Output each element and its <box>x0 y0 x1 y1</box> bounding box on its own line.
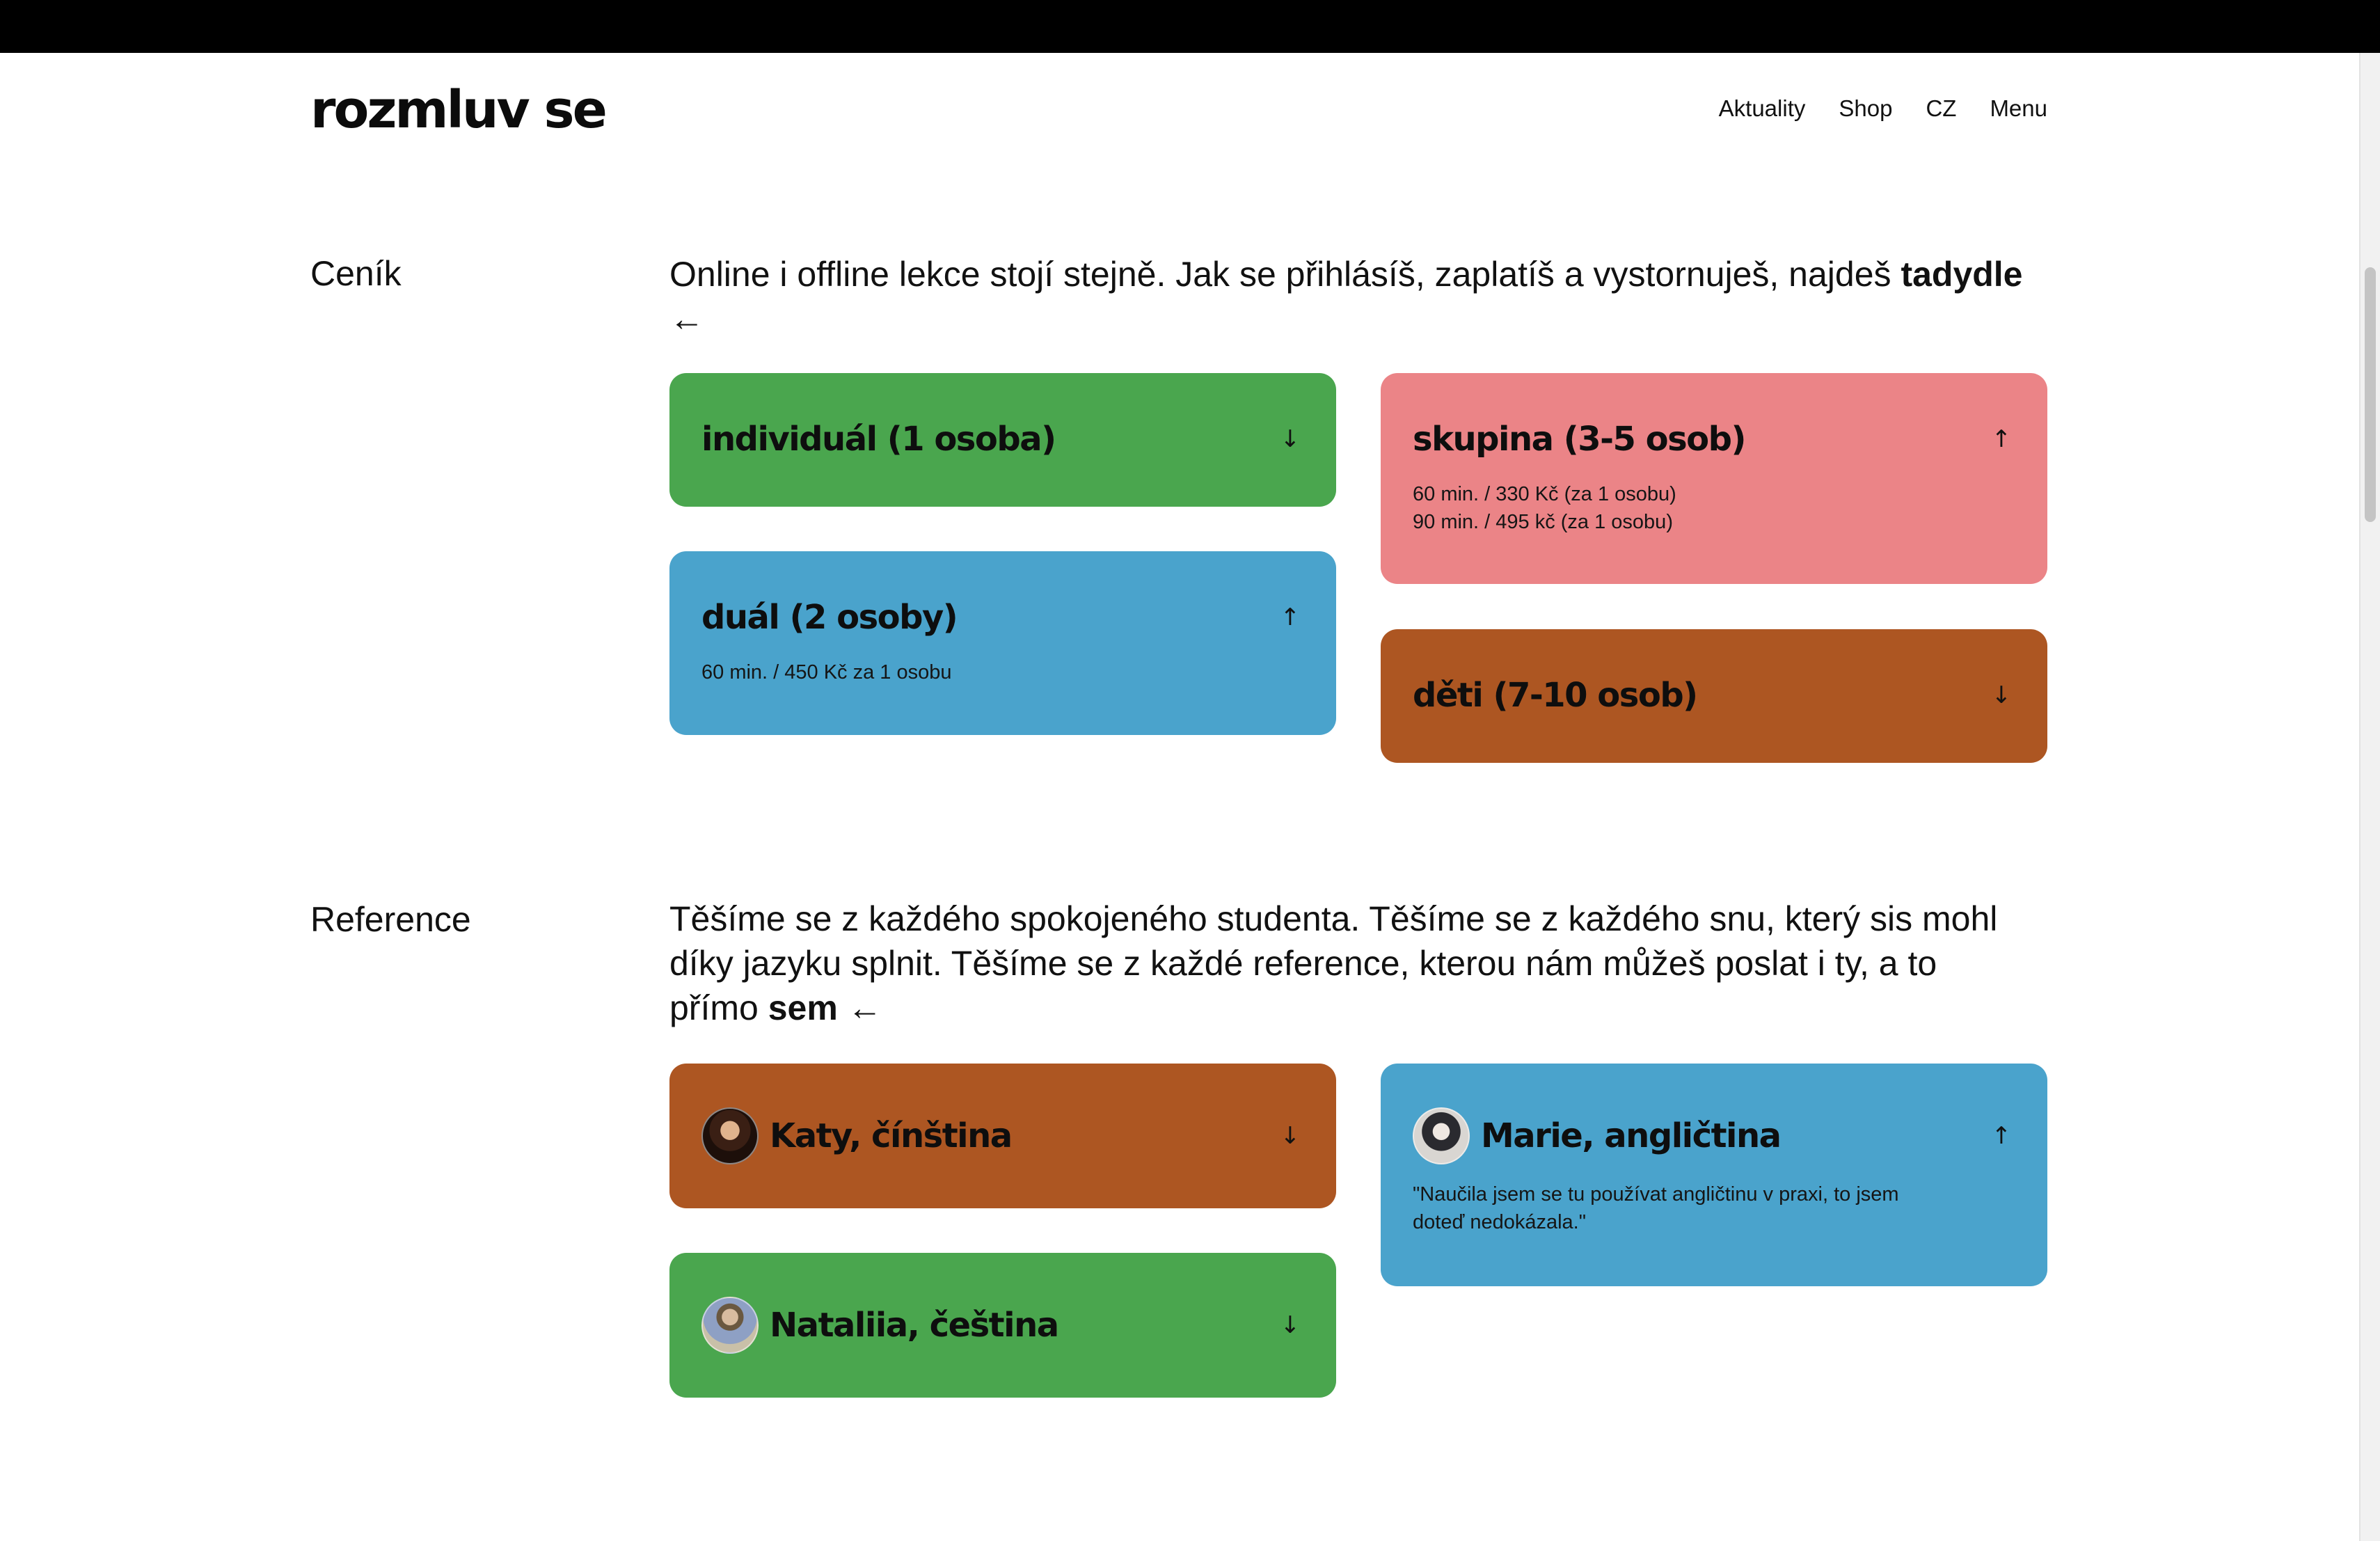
pricing-intro-text: Online i offline lekce stojí stejně. Jak… <box>669 255 1891 294</box>
reference-quote: "Naučila jsem se tu používat angličtinu … <box>1413 1183 1899 1233</box>
arrow-up-icon[interactable]: ↑ <box>1988 1122 2015 1150</box>
pricing-card-title: duál (2 osoby) <box>701 598 958 637</box>
pricing-card-title: individuál (1 osoba) <box>701 420 1056 459</box>
arrow-down-icon[interactable]: ↓ <box>1988 681 2015 709</box>
reference-card-katy[interactable]: Katy, čínština ↓ <box>669 1064 1336 1208</box>
reference-card-title: Nataliia, čeština <box>701 1297 1059 1354</box>
main-nav: Aktuality Shop CZ Menu <box>1719 93 2047 124</box>
arrow-up-icon[interactable]: ↑ <box>1988 425 2015 453</box>
pricing-section-label: Ceník <box>310 254 402 293</box>
avatar <box>701 1107 759 1164</box>
references-intro: Těšíme se z každého spokojeného studenta… <box>669 896 2033 1030</box>
pricing-card-details: 60 min. / 330 Kč (za 1 osobu) 90 min. / … <box>1413 480 2015 536</box>
pricing-card-title: děti (7-10 osob) <box>1413 676 1698 715</box>
avatar <box>701 1297 759 1354</box>
price-line: 90 min. / 495 kč (za 1 osobu) <box>1413 511 1673 533</box>
pricing-intro: Online i offline lekce stojí stejně. Jak… <box>669 252 2033 341</box>
arrow-up-icon[interactable]: ↑ <box>1276 603 1304 631</box>
scrollbar-thumb[interactable] <box>2365 267 2376 522</box>
reference-name: Katy, čínština <box>770 1116 1013 1155</box>
arrow-left-icon: ← <box>669 299 704 338</box>
browser-top-bar <box>0 0 2380 53</box>
reference-card-marie[interactable]: Marie, angličtina ↑ "Naučila jsem se tu … <box>1381 1064 2047 1286</box>
references-submit-link[interactable]: sem ← <box>768 988 882 1027</box>
reference-name: Nataliia, čeština <box>770 1306 1059 1345</box>
arrow-down-icon[interactable]: ↓ <box>1276 1122 1304 1150</box>
nav-shop[interactable]: Shop <box>1839 93 1892 124</box>
pricing-card-kids[interactable]: děti (7-10 osob) ↓ <box>1381 629 2047 763</box>
arrow-left-icon: ← <box>847 988 882 1027</box>
reference-name: Marie, angličtina <box>1481 1116 1782 1155</box>
pricing-card-title: skupina (3-5 osob) <box>1413 420 1746 459</box>
reference-card-title: Katy, čínština <box>701 1107 1013 1164</box>
nav-language[interactable]: CZ <box>1926 93 1956 124</box>
pricing-card-group[interactable]: skupina (3-5 osob) ↑ 60 min. / 330 Kč (z… <box>1381 373 2047 584</box>
arrow-down-icon[interactable]: ↓ <box>1276 1311 1304 1339</box>
price-line: 60 min. / 330 Kč (za 1 osobu) <box>1413 483 1676 505</box>
reference-card-title: Marie, angličtina <box>1413 1107 1782 1164</box>
pricing-card-dual[interactable]: duál (2 osoby) ↑ 60 min. / 450 Kč za 1 o… <box>669 551 1336 735</box>
reference-card-nataliia[interactable]: Nataliia, čeština ↓ <box>669 1253 1336 1398</box>
arrow-down-icon[interactable]: ↓ <box>1276 425 1304 453</box>
references-section-label: Reference <box>310 900 471 939</box>
avatar <box>1413 1107 1470 1164</box>
nav-menu[interactable]: Menu <box>1990 93 2047 124</box>
site-logo[interactable]: rozmluv se <box>310 77 608 143</box>
pricing-card-individual[interactable]: individuál (1 osoba) ↓ <box>669 373 1336 507</box>
price-line: 60 min. / 450 Kč za 1 osobu <box>701 661 952 683</box>
nav-aktuality[interactable]: Aktuality <box>1719 93 1806 124</box>
pricing-card-details: 60 min. / 450 Kč za 1 osobu <box>701 658 1304 686</box>
